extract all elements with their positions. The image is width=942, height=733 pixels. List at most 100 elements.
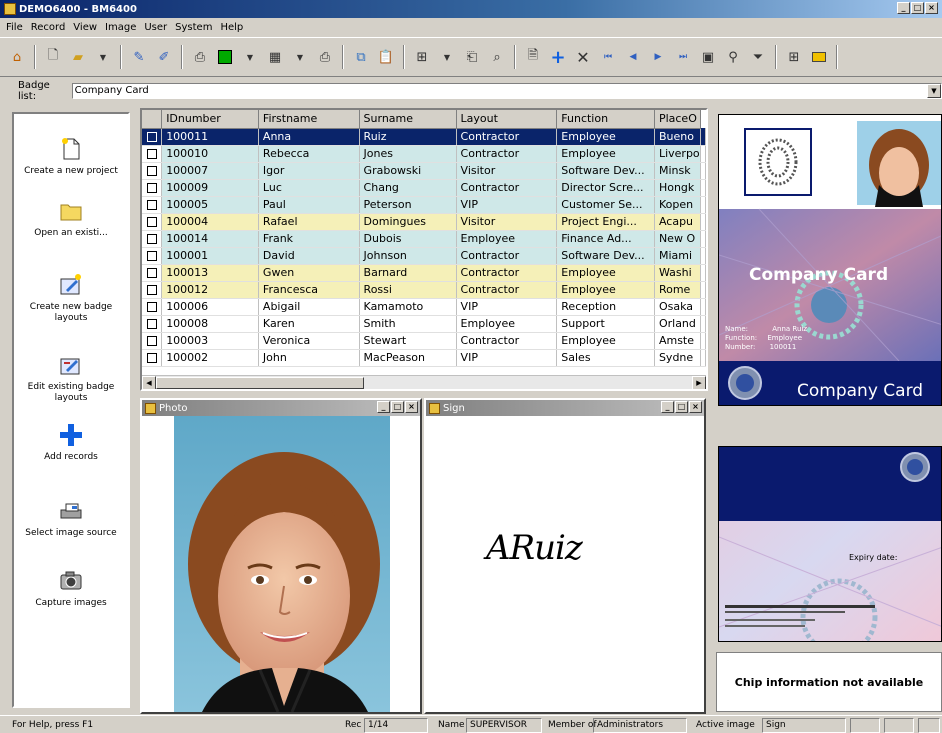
header-placeof[interactable]: PlaceO	[654, 110, 702, 129]
card-view-icon[interactable]	[808, 46, 830, 68]
menu-image[interactable]: Image	[101, 22, 140, 33]
dropdown-arrow-icon[interactable]: ▼	[436, 46, 458, 68]
capture-images-button[interactable]: Capture images	[14, 568, 128, 609]
new-file-icon[interactable]: 🗋	[42, 46, 64, 68]
row-checkbox[interactable]	[146, 268, 157, 278]
last-record-icon[interactable]: ⏭	[672, 46, 694, 68]
dropdown-arrow-icon[interactable]: ▼	[289, 46, 311, 68]
color-mode-icon[interactable]	[214, 46, 236, 68]
prev-record-icon[interactable]: ◀	[622, 46, 644, 68]
menu-view[interactable]: View	[69, 22, 101, 33]
table-view-icon[interactable]: ⊞	[783, 46, 805, 68]
row-checkbox-cell[interactable]	[142, 196, 163, 214]
horizontal-scrollbar[interactable]: ◀ ▶	[142, 375, 706, 389]
row-checkbox[interactable]	[146, 166, 157, 176]
preview-icon[interactable]: ⎙	[189, 46, 211, 68]
row-checkbox-cell[interactable]	[142, 179, 163, 197]
new-record-icon[interactable]: 🗎	[522, 46, 544, 68]
photo-window[interactable]: Photo _ □ ×	[140, 398, 422, 714]
header-idnumber[interactable]: IDnumber	[161, 110, 259, 129]
row-checkbox[interactable]	[146, 353, 157, 363]
row-checkbox-cell[interactable]	[142, 264, 163, 282]
header-firstname[interactable]: Firstname	[258, 110, 360, 129]
photo-minimize-button[interactable]: _	[377, 401, 390, 413]
add-records-button[interactable]: Add records	[14, 422, 128, 463]
row-checkbox-cell[interactable]	[142, 315, 163, 333]
sign-window[interactable]: Sign _ □ × ARuiz	[424, 398, 706, 714]
sign-maximize-button[interactable]: □	[675, 401, 688, 413]
table-row[interactable]: 100013 Gwen Barnard Contractor Employee Washi	[142, 264, 706, 282]
create-project-button[interactable]: Create a new project	[14, 136, 128, 177]
scroll-right-icon[interactable]: ▶	[692, 376, 706, 389]
minimize-button[interactable]: _	[897, 2, 910, 14]
table-row[interactable]: 100002 John MacPeason VIP Sales Sydne	[142, 349, 706, 367]
table-row[interactable]: 100004 Rafael Domingues Visitor Project Engi…	[142, 213, 706, 231]
table-row[interactable]: 100012 Francesca Rossi Contractor Employee Ro…	[142, 281, 706, 299]
row-checkbox-cell[interactable]	[142, 230, 163, 248]
copy-icon[interactable]: ⧉	[350, 46, 372, 68]
open-project-button[interactable]: Open an existi...	[14, 198, 128, 239]
print-icon[interactable]: ⎙	[314, 46, 336, 68]
paste-icon[interactable]: 📋	[375, 46, 397, 68]
capture-icon[interactable]: ⎗	[461, 46, 483, 68]
goto-record-icon[interactable]: ▣	[697, 46, 719, 68]
table-row[interactable]: 100014 Frank Dubois Employee Finance Ad... Ne…	[142, 230, 706, 248]
row-checkbox-cell[interactable]	[142, 213, 163, 231]
menu-file[interactable]: File	[2, 22, 27, 33]
menu-record[interactable]: Record	[27, 22, 70, 33]
menu-help[interactable]: Help	[216, 22, 247, 33]
edit-layout-icon[interactable]: ✎	[128, 46, 150, 68]
front-badge[interactable]: Company Card Name: Anna Ruiz Function: E…	[718, 114, 942, 406]
maximize-button[interactable]: □	[911, 2, 924, 14]
row-checkbox-cell[interactable]	[142, 349, 163, 367]
home-icon[interactable]: ⌂	[6, 46, 28, 68]
edit-record-icon[interactable]: ✐	[153, 46, 175, 68]
row-checkbox[interactable]	[146, 132, 157, 142]
chevron-down-icon[interactable]: ▼	[927, 84, 941, 98]
menu-system[interactable]: System	[171, 22, 216, 33]
row-checkbox[interactable]	[146, 285, 157, 295]
sign-close-button[interactable]: ×	[689, 401, 702, 413]
table-row[interactable]: 100009 Luc Chang Contractor Director Scre...…	[142, 179, 706, 197]
table-row[interactable]: 100001 David Johnson Contractor Software Dev…	[142, 247, 706, 265]
sign-minimize-button[interactable]: _	[661, 401, 674, 413]
table-row[interactable]: 100008 Karen Smith Employee Support Orland	[142, 315, 706, 333]
next-record-icon[interactable]: ▶	[647, 46, 669, 68]
scroll-left-icon[interactable]: ◀	[142, 376, 156, 389]
header-function[interactable]: Function	[556, 110, 655, 129]
table-row[interactable]: 100006 Abigail Kamamoto VIP Reception Osaka	[142, 298, 706, 316]
edit-layout-button[interactable]: Edit existing badge layouts	[14, 352, 128, 404]
back-badge[interactable]: Expiry date:	[718, 446, 942, 642]
row-checkbox[interactable]	[146, 251, 157, 261]
row-checkbox[interactable]	[146, 336, 157, 346]
table-row[interactable]: 100007 Igor Grabowski Visitor Software Dev..…	[142, 162, 706, 180]
row-checkbox[interactable]	[146, 302, 157, 312]
row-checkbox[interactable]	[146, 200, 157, 210]
first-record-icon[interactable]: ⏮	[597, 46, 619, 68]
row-checkbox-cell[interactable]	[142, 128, 163, 146]
dropdown-arrow-icon[interactable]: ▼	[239, 46, 261, 68]
row-checkbox-cell[interactable]	[142, 281, 163, 299]
row-checkbox-cell[interactable]	[142, 247, 163, 265]
scan-icon[interactable]: ⊞	[411, 46, 433, 68]
close-button[interactable]: ×	[925, 2, 938, 14]
photo-close-button[interactable]: ×	[405, 401, 418, 413]
badge-list-select[interactable]: Company Card ▼	[71, 83, 942, 99]
row-checkbox[interactable]	[146, 183, 157, 193]
dropdown-arrow-icon[interactable]: ▼	[92, 46, 114, 68]
table-row[interactable]: 100005 Paul Peterson VIP Customer Se... Kopen	[142, 196, 706, 214]
row-checkbox-cell[interactable]	[142, 162, 163, 180]
photo-maximize-button[interactable]: □	[391, 401, 404, 413]
row-checkbox-cell[interactable]	[142, 145, 163, 163]
row-checkbox[interactable]	[146, 319, 157, 329]
find-icon[interactable]: ⚲	[722, 46, 744, 68]
header-layout[interactable]: Layout	[456, 110, 558, 129]
delete-icon[interactable]: ✕	[572, 46, 594, 68]
row-checkbox[interactable]	[146, 149, 157, 159]
row-checkbox[interactable]	[146, 217, 157, 227]
row-checkbox-cell[interactable]	[142, 332, 163, 350]
select-image-source-button[interactable]: Select image source	[14, 498, 128, 539]
table-row[interactable]: 100010 Rebecca Jones Contractor Employee Live…	[142, 145, 706, 163]
add-icon[interactable]: +	[547, 46, 569, 68]
zoom-icon[interactable]: ⌕	[486, 46, 508, 68]
